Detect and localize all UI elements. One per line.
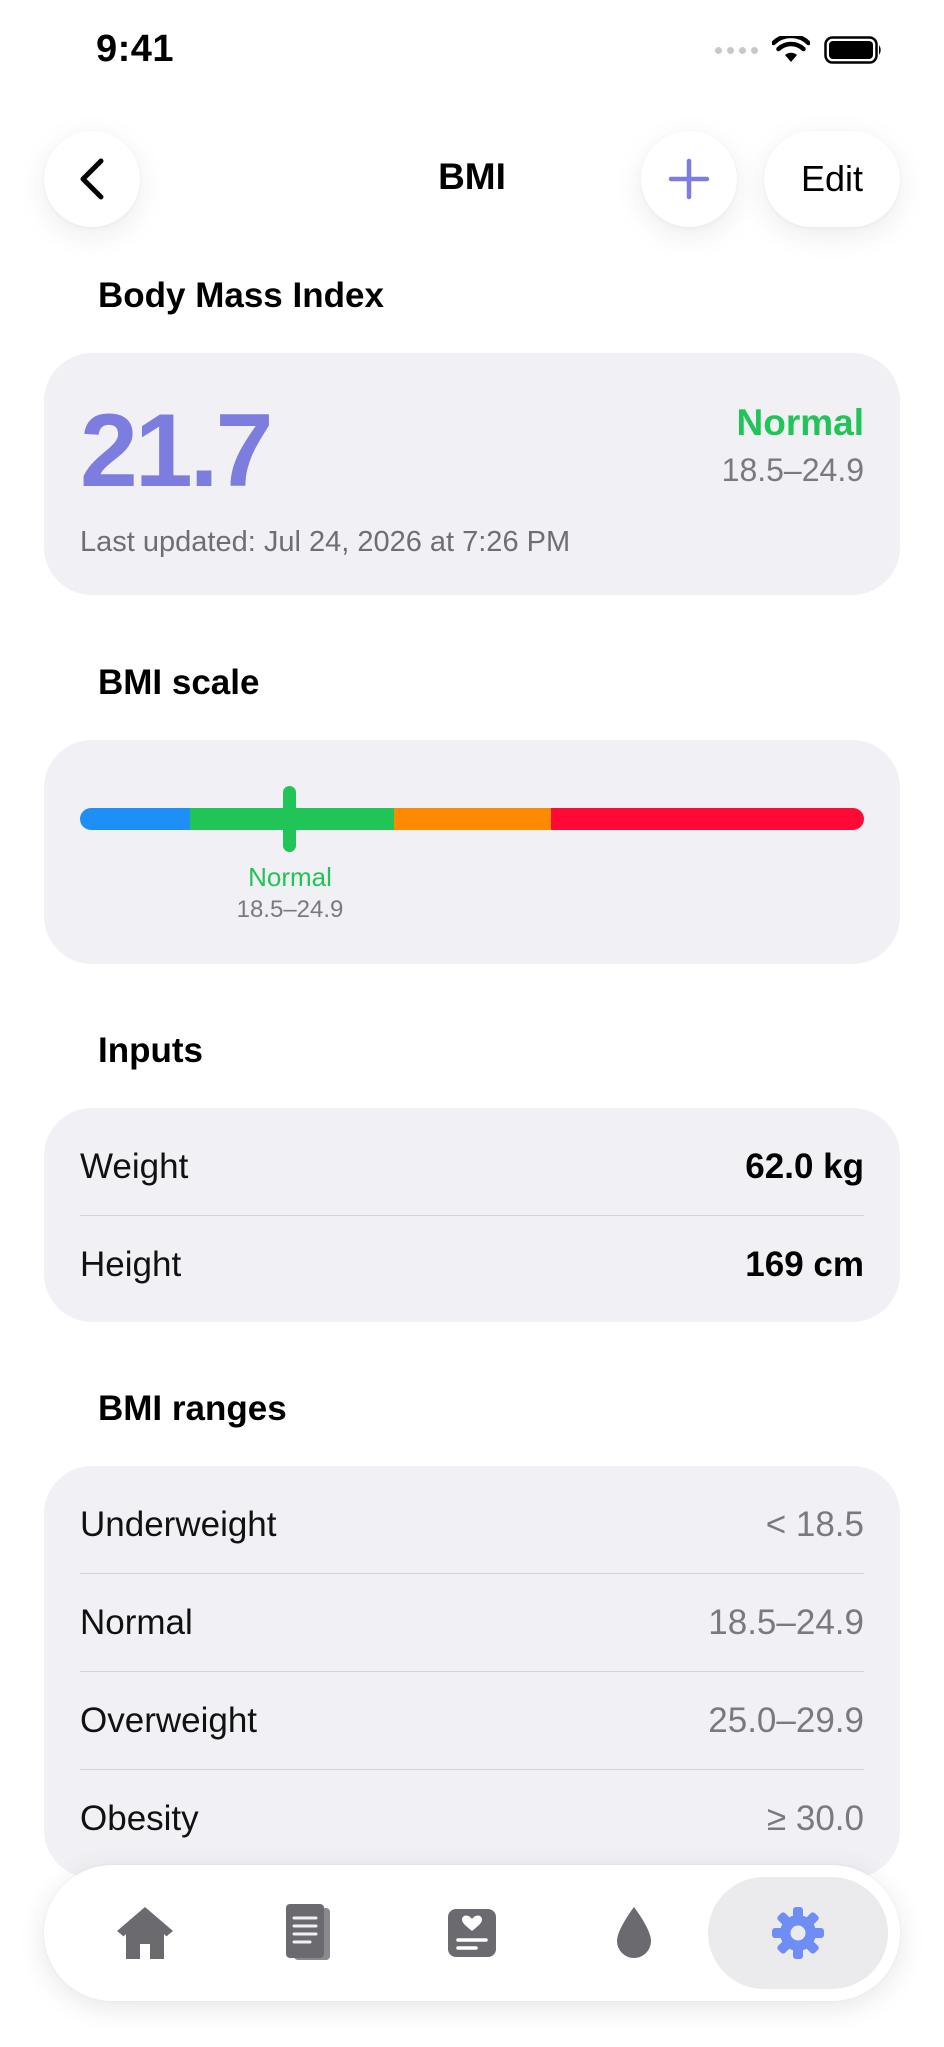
range-row: Underweight < 18.5: [80, 1476, 864, 1574]
input-value: 62.0 kg: [745, 1147, 864, 1186]
health-card-icon: [448, 1909, 496, 1957]
add-button[interactable]: [641, 131, 737, 227]
plus-icon: [668, 158, 710, 200]
range-value: ≥ 30.0: [766, 1799, 864, 1838]
signal-dots-icon: [715, 46, 758, 54]
wifi-icon: [772, 36, 810, 62]
range-value: 25.0–29.9: [708, 1701, 864, 1740]
marker-range-label: 18.5–24.9: [236, 896, 344, 923]
battery-icon: [824, 36, 881, 64]
marker-category-label: Normal: [248, 862, 332, 892]
last-updated-text: Last updated: Jul 24, 2026 at 7:26 PM: [80, 526, 571, 558]
input-label: Weight: [80, 1147, 189, 1186]
status-icons: [715, 36, 884, 64]
range-label: Underweight: [80, 1505, 277, 1544]
section-title-scale: BMI scale: [98, 663, 260, 702]
range-label: Obesity: [80, 1799, 199, 1838]
range-label: Overweight: [80, 1701, 258, 1740]
section-title-ranges: BMI ranges: [98, 1389, 287, 1428]
drop-icon: [617, 1907, 651, 1958]
input-row-height[interactable]: Height 169 cm: [80, 1216, 864, 1314]
range-row: Obesity ≥ 30.0: [80, 1770, 864, 1868]
tab-settings[interactable]: [742, 1877, 854, 1989]
journal-icon: [286, 1904, 330, 1960]
bmi-scale-card: [44, 740, 900, 964]
range-label: Normal: [80, 1603, 193, 1642]
gear-icon: [772, 1907, 824, 1959]
tab-journal[interactable]: [252, 1877, 364, 1989]
input-row-weight[interactable]: Weight 62.0 kg: [80, 1118, 864, 1216]
bmi-value: 21.7: [80, 393, 273, 509]
scale-segment-overweight: [394, 808, 551, 830]
tab-hydration[interactable]: [578, 1877, 690, 1989]
scale-segment-obesity: [551, 808, 864, 830]
range-row: Normal 18.5–24.9: [80, 1574, 864, 1672]
tab-home[interactable]: [89, 1877, 201, 1989]
bmi-scale-bar: [80, 808, 864, 830]
input-label: Height: [80, 1245, 182, 1284]
range-row: Overweight 25.0–29.9: [80, 1672, 864, 1770]
home-icon: [117, 1907, 173, 1959]
section-title-bmi: Body Mass Index: [98, 276, 384, 315]
edit-button[interactable]: Edit: [764, 131, 900, 227]
bmi-category-range: 18.5–24.9: [721, 452, 864, 488]
range-value: < 18.5: [765, 1505, 864, 1544]
bmi-category: Normal: [736, 402, 864, 443]
scale-segment-underweight: [80, 808, 190, 830]
bmi-scale-marker: [283, 786, 296, 852]
range-value: 18.5–24.9: [708, 1603, 864, 1642]
input-value: 169 cm: [745, 1245, 864, 1284]
tab-health[interactable]: [416, 1877, 528, 1989]
status-time: 9:41: [96, 28, 175, 70]
section-title-inputs: Inputs: [98, 1031, 203, 1070]
